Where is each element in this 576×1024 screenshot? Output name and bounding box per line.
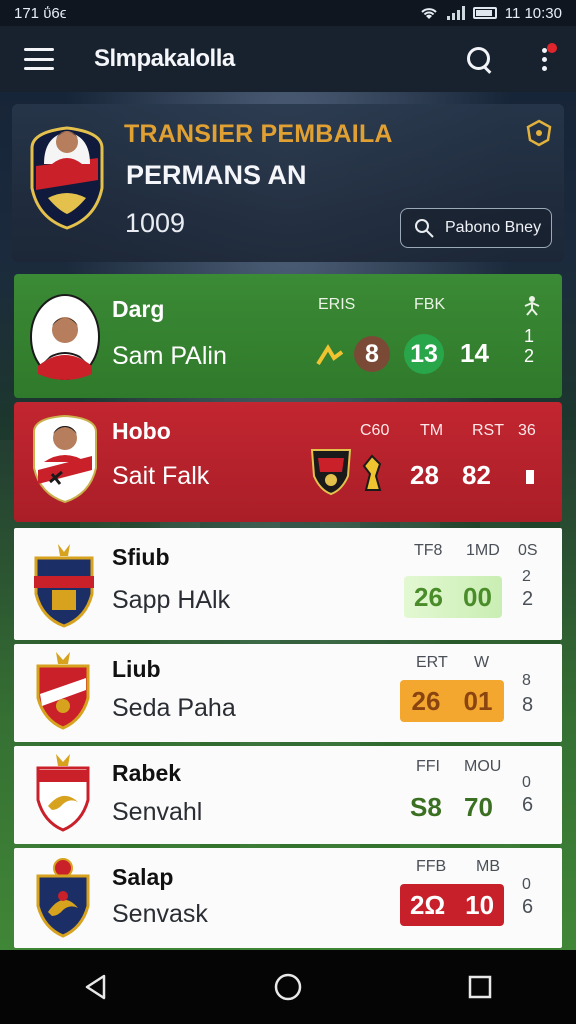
side-value: 2: [522, 588, 534, 610]
recents-button[interactable]: [450, 957, 510, 1017]
status-bar: 171 ΰ6ϵ 11 10:30: [0, 0, 576, 26]
column-header: 0S: [518, 542, 538, 559]
club-crest-avatar: [36, 652, 90, 730]
list-item[interactable]: Hobo Sait Falk C60 TM RST 36 28 82: [14, 402, 562, 522]
player-crest-avatar: [33, 414, 97, 504]
badge-icon[interactable]: [524, 118, 554, 148]
featured-subtitle: PERMANS AN: [126, 160, 307, 190]
club-crest-icon: [310, 449, 352, 496]
search-icon: [415, 219, 434, 238]
side-value: 8: [522, 672, 531, 689]
stat-pill: 26 01: [400, 680, 504, 722]
row-subtitle: Sait Falk: [112, 462, 210, 490]
home-circle-icon: [274, 973, 302, 1001]
stat-value: 70: [464, 792, 493, 822]
side-value: 0: [522, 774, 531, 791]
stat-value: 10: [465, 889, 495, 920]
status-time: 171 ΰ6ϵ: [14, 4, 67, 22]
list-item[interactable]: Liub Seda Paha ERT W 26 01 8 8: [14, 644, 562, 742]
list-item[interactable]: Sfiub Sapp HAlk TF8 1MD 0S 26 00 2 2: [14, 528, 562, 640]
battery-icon: [472, 7, 497, 19]
row-subtitle: Sapp HAlk: [112, 586, 231, 614]
column-header: ERIS: [318, 296, 356, 313]
column-header: FBK: [414, 296, 446, 313]
row-subtitle: Senvahl: [112, 798, 203, 826]
featured-action-button[interactable]: Pabono Bney: [400, 208, 552, 248]
stat-value: 82: [462, 460, 491, 490]
side-value: 6: [522, 896, 534, 918]
stat-value: 26: [411, 685, 441, 716]
home-button[interactable]: [258, 957, 318, 1017]
side-value: 6: [522, 794, 534, 816]
side-value: 8: [522, 694, 534, 716]
list-item[interactable]: Rabek Senvahl FFI MOU S8 70 0 6: [14, 746, 562, 844]
column-header: MOU: [464, 758, 502, 775]
side-value: 2: [522, 568, 531, 585]
system-nav-bar: [0, 950, 576, 1024]
row-title: Rabek: [112, 760, 182, 786]
stat-badge: 13: [404, 334, 444, 374]
column-header: ERT: [416, 654, 448, 671]
list-item[interactable]: Salap Senvask FFB MB 2Ω 10 0 6: [14, 848, 562, 948]
app-title: Slmpakalolla: [94, 45, 235, 72]
signal-icon: [446, 6, 465, 20]
stat-value: 14: [460, 338, 489, 368]
marker-icon: [526, 470, 534, 484]
back-button[interactable]: [66, 957, 126, 1017]
stat-value: 2Ω: [409, 889, 446, 920]
stat-badge: 8: [354, 336, 390, 372]
column-header: 1MD: [466, 542, 500, 559]
club-crest-avatar: [36, 858, 90, 938]
column-header: MB: [476, 858, 500, 875]
row-title: Sfiub: [112, 544, 170, 570]
row-subtitle: Sam PAlin: [112, 342, 227, 370]
more-icon[interactable]: [536, 43, 557, 75]
column-header: FFI: [416, 758, 440, 775]
recents-square-icon: [468, 975, 492, 999]
player-crest-avatar: [30, 126, 104, 230]
status-clock: 11 10:30: [504, 4, 562, 22]
club-crest-avatar: [34, 544, 94, 628]
person-icon: [524, 296, 540, 316]
stat-value: 01: [463, 685, 493, 716]
menu-icon[interactable]: [24, 48, 54, 70]
search-icon[interactable]: [464, 44, 494, 74]
column-header: FFB: [416, 858, 447, 875]
side-value: 2: [524, 346, 535, 366]
stat-value: 28: [410, 460, 439, 490]
list-item[interactable]: Darg Sam PAlin ERIS FBK 8 13 14 1 2: [14, 274, 562, 398]
stat-pill: 2Ω 10: [400, 884, 504, 926]
row-title: Hobo: [112, 418, 171, 444]
row-subtitle: Seda Paha: [112, 694, 236, 722]
trend-icon: [316, 344, 344, 366]
app-bar: Slmpakalolla: [0, 26, 576, 92]
stat-value: S8: [410, 792, 442, 822]
column-header: TF8: [414, 542, 443, 559]
side-value: 0: [522, 876, 531, 893]
column-header: 36: [518, 422, 536, 439]
row-subtitle: Senvask: [112, 900, 208, 928]
row-title: Salap: [112, 864, 174, 890]
featured-button-label: Pabono Bney: [445, 219, 542, 236]
row-title: Liub: [112, 656, 161, 682]
column-header: W: [474, 654, 490, 671]
column-header: C60: [360, 422, 390, 439]
row-title: Darg: [112, 296, 165, 322]
featured-label: TRANSIER PEMBAILA: [124, 120, 393, 148]
player-avatar: [30, 294, 100, 380]
stat-pill: 26 00: [404, 576, 502, 618]
column-header: RST: [472, 422, 504, 439]
stat-value: 26: [414, 581, 443, 612]
featured-transfer-card[interactable]: TRANSIER PEMBAILA PERMANS AN 1009 Pabono…: [12, 104, 564, 262]
side-value: 1: [524, 326, 535, 346]
stat-value: 00: [463, 581, 492, 612]
notification-dot: [547, 43, 557, 53]
column-header: TM: [420, 422, 444, 439]
wifi-icon: [421, 8, 437, 19]
club-crest-avatar: [36, 754, 90, 832]
back-triangle-icon: [85, 974, 106, 1000]
featured-value: 1009: [125, 208, 186, 238]
mascot-icon: [362, 454, 382, 491]
